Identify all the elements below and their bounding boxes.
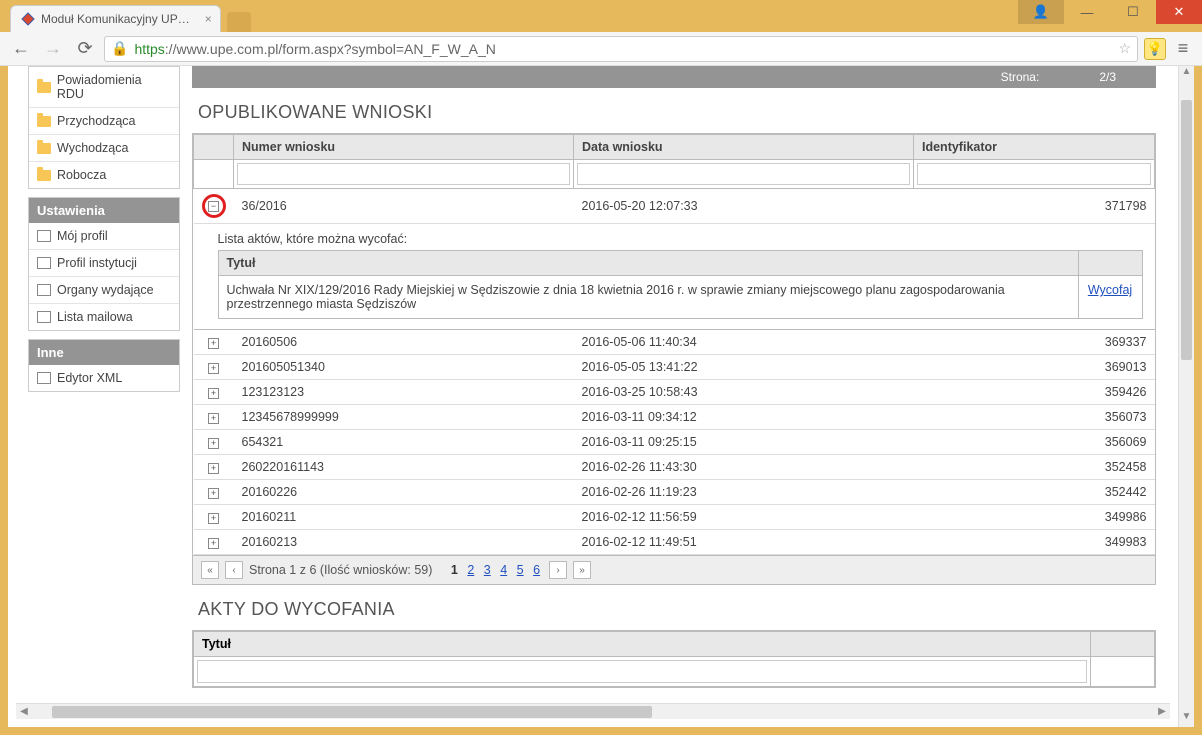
strona-label: Strona: (1001, 70, 1040, 84)
expand-icon[interactable]: + (208, 513, 219, 524)
grid-row[interactable]: +2016050513402016-05-05 13:41:22369013 (194, 355, 1155, 380)
pager: « ‹ Strona 1 z 6 (Ilość wniosków: 59) 1 … (192, 556, 1156, 585)
grid-row[interactable]: +6543212016-03-11 09:25:15356069 (194, 430, 1155, 455)
main-content: Strona: 2/3 OPUBLIKOWANE WNIOSKI Numer w… (180, 66, 1164, 709)
pager-prev-button[interactable]: ‹ (225, 561, 243, 579)
sidebar-item-organy[interactable]: Organy wydające (29, 277, 179, 304)
sidebar-item-moj-profil[interactable]: Mój profil (29, 223, 179, 250)
grid-row-expanded[interactable]: − 36/2016 2016-05-20 12:07:33 371798 (194, 189, 1155, 224)
sidebar-item-profil-instytucji[interactable]: Profil instytucji (29, 250, 179, 277)
folder-icon (37, 116, 51, 127)
col-data[interactable]: Data wniosku (574, 135, 914, 160)
section-title-withdraw: AKTY DO WYCOFANIA (198, 599, 1156, 620)
sidebar-item-wychodzaca[interactable]: Wychodząca (29, 135, 179, 162)
address-bar[interactable]: 🔒 https://www.upe.com.pl/form.aspx?symbo… (104, 36, 1138, 62)
sub-col-tytul: Tytuł (218, 251, 1078, 276)
sidebar-item-lista-mailowa[interactable]: Lista mailowa (29, 304, 179, 330)
pager-last-button[interactable]: » (573, 561, 591, 579)
minimize-button[interactable]: — (1064, 0, 1110, 24)
pager-page-6[interactable]: 6 (530, 563, 543, 577)
mail-icon (37, 311, 51, 323)
horizontal-scrollbar[interactable]: ◀ ▶ (16, 703, 1170, 719)
maximize-button[interactable]: ☐ (1110, 0, 1156, 24)
sidebar: Powiadomienia RDU Przychodząca Wychodząc… (8, 66, 180, 709)
withdraw-filter-input[interactable] (197, 660, 1087, 683)
reload-button[interactable]: ⟳ (72, 36, 98, 62)
sub-row-title: Uchwała Nr XIX/129/2016 Rady Miejskiej w… (218, 276, 1078, 319)
user-account-button[interactable]: 👤 (1018, 0, 1064, 24)
filter-numer-input[interactable] (237, 163, 570, 185)
grid-row[interactable]: +123456789999992016-03-11 09:34:12356073 (194, 405, 1155, 430)
filter-data-input[interactable] (577, 163, 910, 185)
sidebar-item-robocza[interactable]: Robocza (29, 162, 179, 188)
grid-row[interactable]: +201605062016-05-06 11:40:34369337 (194, 330, 1155, 355)
expand-icon[interactable]: + (208, 413, 219, 424)
pager-page-5[interactable]: 5 (514, 563, 527, 577)
grid-row[interactable]: +201602262016-02-26 11:19:23352442 (194, 480, 1155, 505)
profile-icon (37, 230, 51, 242)
grid-row[interactable]: +1231231232016-03-25 10:58:43359426 (194, 380, 1155, 405)
sidebar-item-przychodzaca[interactable]: Przychodząca (29, 108, 179, 135)
browser-tab[interactable]: Moduł Komunikacyjny UP… × (10, 5, 221, 32)
pager-status: Strona 1 z 6 (Ilość wniosków: 59) (249, 563, 432, 577)
grid-row[interactable]: +201602112016-02-12 11:56:59349986 (194, 505, 1155, 530)
sidebar-header-ustawienia: Ustawienia (29, 198, 179, 223)
lock-icon: 🔒 (111, 40, 128, 57)
bookmark-star-icon[interactable]: ☆ (1118, 40, 1131, 57)
folder-icon (37, 170, 51, 181)
new-tab-button[interactable] (227, 12, 251, 32)
section-title-published: OPUBLIKOWANE WNIOSKI (198, 102, 1156, 123)
collapse-icon[interactable]: − (208, 201, 219, 212)
strona-value: 2/3 (1099, 70, 1116, 84)
pager-page-2[interactable]: 2 (464, 563, 477, 577)
expand-icon[interactable]: + (208, 488, 219, 499)
tab-close-icon[interactable]: × (205, 12, 212, 26)
expand-icon[interactable]: + (208, 438, 219, 449)
sub-panel: Lista aktów, które można wycofać: Tytuł … (194, 224, 1155, 329)
back-button[interactable]: ← (8, 36, 34, 62)
highlight-circle: − (202, 194, 226, 218)
url-scheme: https (134, 41, 164, 57)
xml-icon (37, 372, 51, 384)
col-numer[interactable]: Numer wniosku (234, 135, 574, 160)
withdraw-col-tytul: Tytuł (194, 632, 1091, 657)
folder-icon (37, 82, 51, 93)
grid-row[interactable]: +2602201611432016-02-26 11:43:30352458 (194, 455, 1155, 480)
expand-icon[interactable]: + (208, 338, 219, 349)
filter-id-input[interactable] (917, 163, 1151, 185)
pager-page-3[interactable]: 3 (481, 563, 494, 577)
tab-favicon (21, 12, 35, 26)
wycofaj-link[interactable]: Wycofaj (1088, 283, 1132, 297)
published-grid: Numer wniosku Data wniosku Identyfikator… (192, 133, 1156, 556)
sidebar-header-inne: Inne (29, 340, 179, 365)
expand-icon[interactable]: + (208, 538, 219, 549)
chrome-menu-button[interactable]: ≡ (1172, 38, 1194, 59)
sidebar-item-edytor-xml[interactable]: Edytor XML (29, 365, 179, 391)
institution-icon (37, 257, 51, 269)
forward-button[interactable]: → (40, 36, 66, 62)
sub-panel-label: Lista aktów, które można wycofać: (218, 232, 1143, 246)
expand-icon[interactable]: + (208, 363, 219, 374)
grid-row[interactable]: +201602132016-02-12 11:49:51349983 (194, 530, 1155, 555)
url-path: ://www.upe.com.pl/form.aspx?symbol=AN_F_… (165, 41, 496, 57)
folder-icon (37, 143, 51, 154)
pager-page-1[interactable]: 1 (448, 563, 461, 577)
org-icon (37, 284, 51, 296)
pager-next-button[interactable]: › (549, 561, 567, 579)
close-window-button[interactable]: ✕ (1156, 0, 1202, 24)
expand-icon[interactable]: + (208, 463, 219, 474)
tab-title: Moduł Komunikacyjny UP… (41, 12, 190, 26)
withdraw-grid: Tytuł (192, 630, 1156, 688)
vertical-scrollbar[interactable]: ▲ ▼ (1178, 66, 1194, 727)
extension-button[interactable]: 💡 (1144, 38, 1166, 60)
col-id[interactable]: Identyfikator (914, 135, 1155, 160)
expand-icon[interactable]: + (208, 388, 219, 399)
pager-first-button[interactable]: « (201, 561, 219, 579)
pager-page-4[interactable]: 4 (497, 563, 510, 577)
page-strip: Strona: 2/3 (192, 66, 1156, 88)
sidebar-item-powiadomienia[interactable]: Powiadomienia RDU (29, 67, 179, 108)
